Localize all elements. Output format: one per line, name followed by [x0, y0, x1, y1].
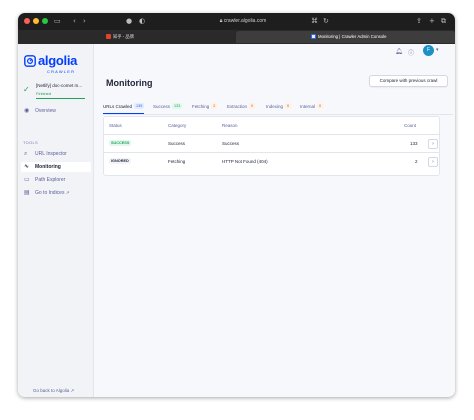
- count-badge: 0: [285, 103, 292, 109]
- count-badge: 135: [134, 103, 145, 109]
- sidebar: algolia CRAWLER ✓ [Netlify] doc-comet m.…: [18, 44, 94, 397]
- tab-extraction[interactable]: Extraction 0: [227, 103, 256, 114]
- sidebar-item-label: Path Explorer: [35, 177, 66, 183]
- tab-indexing[interactable]: Indexing 0: [266, 103, 292, 114]
- column-header-category: Category: [168, 123, 187, 128]
- privacy-icon[interactable]: ◐: [139, 16, 145, 26]
- table-row[interactable]: IGNORED Fetching HTTP Not Found (404) 2 …: [104, 154, 439, 170]
- new-tab-icon[interactable]: +: [429, 16, 435, 26]
- sidebar-item-go-to-indices[interactable]: ▤ Go to Indices ↗: [21, 188, 91, 198]
- crawler-name: [Netlify] doc-comet m...: [36, 83, 83, 88]
- page-title: Monitoring: [106, 78, 153, 88]
- sidebar-item-overview[interactable]: ◉ Overview: [21, 106, 91, 116]
- back-to-algolia-link[interactable]: Go back to Algolia ↗: [33, 388, 74, 394]
- share-icon[interactable]: ⇪: [416, 16, 422, 26]
- tab-internal[interactable]: Internal 0: [300, 103, 324, 114]
- tab-label: Extraction: [227, 104, 248, 109]
- count-badge: 0: [317, 103, 324, 109]
- column-header-status: Status: [109, 123, 122, 128]
- algolia-favicon: [311, 34, 316, 40]
- crawler-selector[interactable]: ✓ [Netlify] doc-comet m... Finished: [23, 82, 89, 104]
- back-link-label: Go back to Algolia: [33, 388, 70, 393]
- address-bar[interactable]: 🔒︎ crawler.algolia.com: [188, 16, 298, 27]
- database-icon: ▤: [24, 189, 30, 196]
- table-row[interactable]: SUCCESS Success Success 133 ›: [104, 136, 439, 152]
- logo-wordmark: algolia: [38, 53, 78, 68]
- tab-success[interactable]: Success 133: [153, 103, 183, 114]
- status-badge: SUCCESS: [109, 140, 132, 146]
- avatar[interactable]: F: [423, 45, 434, 56]
- bell-icon[interactable]: 🔔︎: [395, 48, 403, 55]
- sidebar-item-url-inspector[interactable]: ⌕ URL Inspector: [21, 149, 91, 159]
- sidebar-item-path-explorer[interactable]: ▭ Path Explorer: [21, 175, 91, 185]
- algolia-logo[interactable]: algolia CRAWLER: [24, 53, 88, 78]
- extension-icon[interactable]: ●: [126, 16, 132, 26]
- browser-tab-title: Monitoring | Crawler Admin Console: [318, 34, 387, 39]
- crawler-progress-bar: [36, 98, 85, 100]
- logo-subtitle: CRAWLER: [47, 69, 76, 74]
- header-divider: [104, 134, 439, 135]
- sidebar-item-monitoring[interactable]: ∿ Monitoring: [21, 162, 91, 172]
- sidebar-item-label: Go to Indices: [35, 190, 65, 196]
- refresh-icon[interactable]: ↻: [323, 16, 329, 26]
- category-cell: Success: [168, 141, 186, 146]
- compare-crawl-button[interactable]: Compare with previous crawl: [369, 75, 448, 87]
- count-cell: 133: [410, 141, 418, 146]
- tab-urls-crawled[interactable]: URLs Crawled 135: [103, 103, 145, 114]
- sidebar-toggle-icon[interactable]: ▭: [54, 16, 61, 26]
- minimize-window-button[interactable]: [33, 18, 39, 24]
- help-icon[interactable]: ⓘ: [408, 48, 414, 57]
- tab-overview-icon[interactable]: ⧉: [441, 16, 446, 26]
- tab-label: Fetching: [192, 104, 210, 109]
- reason-cell: HTTP Not Found (404): [222, 159, 268, 164]
- pulse-icon: ∿: [24, 163, 30, 170]
- eye-icon: ◉: [24, 107, 30, 114]
- folder-icon: ▭: [24, 176, 30, 183]
- address-text: crawler.algolia.com: [223, 18, 267, 24]
- tools-section-label: TOOLS: [23, 140, 38, 145]
- maximize-window-button[interactable]: [42, 18, 48, 24]
- count-badge: 2: [211, 103, 218, 109]
- algolia-logo-icon: [24, 55, 36, 67]
- crawler-status: Finished: [36, 91, 52, 96]
- column-header-count: Count: [404, 123, 417, 128]
- category-cell: Fetching: [168, 159, 186, 164]
- status-badge: IGNORED: [109, 158, 131, 164]
- browser-tab-bar: 知乎 - 品牌 Monitoring | Crawler Admin Conso…: [18, 30, 455, 44]
- count-cell: 2: [415, 159, 418, 164]
- browser-tab-monitoring[interactable]: Monitoring | Crawler Admin Console: [236, 31, 455, 43]
- tab-label: URLs Crawled: [103, 104, 133, 109]
- status-tabs: URLs Crawled 135 Success 133 Fetching 2 Ext…: [103, 101, 453, 115]
- row-expand-button[interactable]: ›: [428, 139, 438, 149]
- column-header-reason: Reason: [222, 123, 238, 128]
- tab-fetching[interactable]: Fetching 2: [192, 103, 218, 114]
- browser-tab-title: 知乎 - 品牌: [113, 34, 135, 39]
- chevron-down-icon[interactable]: ▾: [436, 47, 439, 53]
- tab-label: Success: [153, 104, 171, 109]
- external-link-icon: ↗: [65, 191, 70, 196]
- reason-cell: Success: [222, 141, 240, 146]
- results-table: Status Category Reason Count SUCCESS Suc…: [103, 116, 440, 176]
- check-icon: ✓: [23, 85, 30, 94]
- zhihu-favicon: [106, 34, 111, 40]
- browser-window: ▭ ‹ › ● ◐ 🔒︎ crawler.algolia.com ⌘ ↻ ⇪ +…: [18, 13, 455, 397]
- browser-titlebar: ▭ ‹ › ● ◐ 🔒︎ crawler.algolia.com ⌘ ↻ ⇪ +…: [18, 13, 455, 30]
- translate-icon[interactable]: ⌘: [311, 16, 318, 26]
- search-icon: ⌕: [24, 150, 28, 157]
- sidebar-item-label: Monitoring: [35, 164, 61, 170]
- row-expand-button[interactable]: ›: [428, 157, 438, 167]
- row-divider: [104, 152, 439, 153]
- close-window-button[interactable]: [24, 18, 30, 24]
- sidebar-item-label: URL Inspector: [35, 151, 67, 157]
- browser-tab-zhihu[interactable]: 知乎 - 品牌: [106, 31, 226, 43]
- count-badge: 133: [172, 103, 183, 109]
- back-icon[interactable]: ‹: [73, 16, 76, 26]
- tab-label: Indexing: [266, 104, 284, 109]
- count-badge: 0: [249, 103, 256, 109]
- sidebar-item-label: Overview: [35, 108, 56, 114]
- forward-icon[interactable]: ›: [83, 16, 86, 26]
- external-link-icon: ↗: [70, 389, 75, 394]
- tab-label: Internal: [300, 104, 316, 109]
